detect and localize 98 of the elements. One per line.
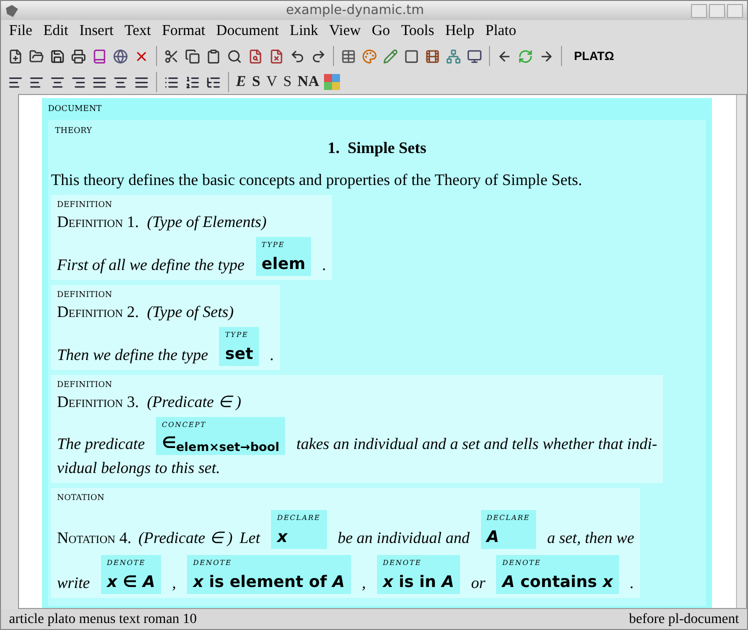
style-button[interactable]: S [280,70,295,94]
search-icon [227,48,242,64]
body-text: vidual belongs to this set. [57,459,220,480]
body-text: a set, then we [547,529,634,549]
description-list-icon [206,74,221,90]
document-label: DOCUMENT [48,103,103,115]
menu-item[interactable]: View [329,20,361,42]
block-heading: Definition 2. [57,302,139,323]
file-x-icon [269,48,284,64]
theory-label: THEORY [54,125,93,137]
align-justify-icon [92,74,107,90]
open-folder-icon [29,48,44,64]
menu-item[interactable]: Help [445,20,474,42]
box-value: elem [262,254,306,274]
align-justify-icon [134,74,149,90]
block-subtitle: (Type of Sets) [146,302,234,323]
block-heading: Definition 1. [57,213,139,233]
book-icon [92,48,107,64]
menu-item[interactable]: Tools [401,20,434,42]
body-text: The predicate [57,435,145,456]
box-value: A [486,527,500,547]
body-text: , [172,574,176,594]
block-tag: DEFINITION [57,288,274,301]
style-button[interactable]: E [233,70,250,94]
body-text: . [322,256,326,276]
body-text: , [362,574,366,594]
box-value: set [225,344,254,364]
box-value: A contains x [502,572,613,592]
numbered-list-icon [185,74,200,90]
align-left-icon [8,74,23,90]
body-text: Then we define the type [57,346,208,366]
menu-item[interactable]: Insert [79,20,114,42]
forward-icon [539,48,554,64]
section-title: 1. Simple Sets [326,139,428,159]
block-subtitle: (Type of Elements) [146,213,267,233]
box-value: x is in A [382,572,454,592]
block-tag: NOTATION [57,492,634,504]
body-text: or [471,574,486,594]
align-left-icon [29,74,44,90]
new-file-icon [8,48,23,64]
block-heading: Definition 3. [57,392,139,412]
box-value: x is element of A [193,572,345,592]
block-subtitle: (Predicate ∈ ) [146,392,242,412]
palette-icon [362,48,377,64]
film-icon [425,48,440,64]
copy-icon [185,48,200,64]
body-text: First of all we define the type [57,256,245,276]
redo-icon [311,48,326,64]
save-icon [50,48,65,64]
style-button[interactable]: V [263,70,280,94]
bullet-list-icon [164,74,179,90]
body-text: takes an individual and a set and tells whether that indi- [296,435,658,456]
menu-item[interactable]: Plato [485,20,516,42]
globe-icon [113,48,128,64]
body-text: Let [240,529,260,549]
network-icon [446,48,461,64]
status-mode: article plato menus text roman 10 [9,610,197,628]
menu-item[interactable]: File [9,20,32,42]
file-search-icon [248,48,263,64]
style-button[interactable]: S [249,70,264,94]
scrollbar[interactable] [736,95,746,608]
box-value: x [277,527,289,547]
intro-paragraph: This theory defines the basic concepts and properties of the Theory of Simple Sets. [51,171,584,191]
monitor-icon [467,48,482,64]
block-tag: DEFINITION [57,199,326,211]
back-icon [497,48,512,64]
table-icon [341,48,356,64]
box-value: ∈$_{elem×set→bool}$ [162,433,280,454]
undo-icon [290,48,305,64]
plato-logo[interactable]: PLATΩ [574,47,614,65]
square-icon [404,48,419,64]
menu-item[interactable]: Link [290,20,318,42]
body-text: . [630,574,634,594]
color-palette-icon [324,74,340,90]
menu-item[interactable]: Format [162,20,206,42]
menu-item[interactable]: Go [372,20,390,42]
block-subtitle: (Predicate ∈ ) [138,529,233,549]
block-tag: DEFINITION [57,378,658,390]
paste-icon [206,48,221,64]
window-title: example-dynamic.tm [284,2,426,20]
box-value: x ∈ A [106,572,156,592]
style-button[interactable]: NA [294,70,322,94]
menu-item[interactable]: Text [124,20,151,42]
block-heading: Notation 4. [57,529,132,549]
cut-icon [164,48,179,64]
pencil-icon [383,48,398,64]
print-icon [71,48,86,64]
align-center-icon [113,74,128,90]
app-icon [5,4,19,18]
refresh-icon [518,48,533,64]
body-text: . [270,346,274,366]
body-text: be an individual and [338,529,470,549]
status-position: before pl-document [628,610,739,628]
body-text: write [57,574,90,594]
menu-item[interactable]: Edit [43,20,68,42]
align-right-icon [71,74,86,90]
menu-item[interactable]: Document [216,20,279,42]
align-center-icon [50,74,65,90]
